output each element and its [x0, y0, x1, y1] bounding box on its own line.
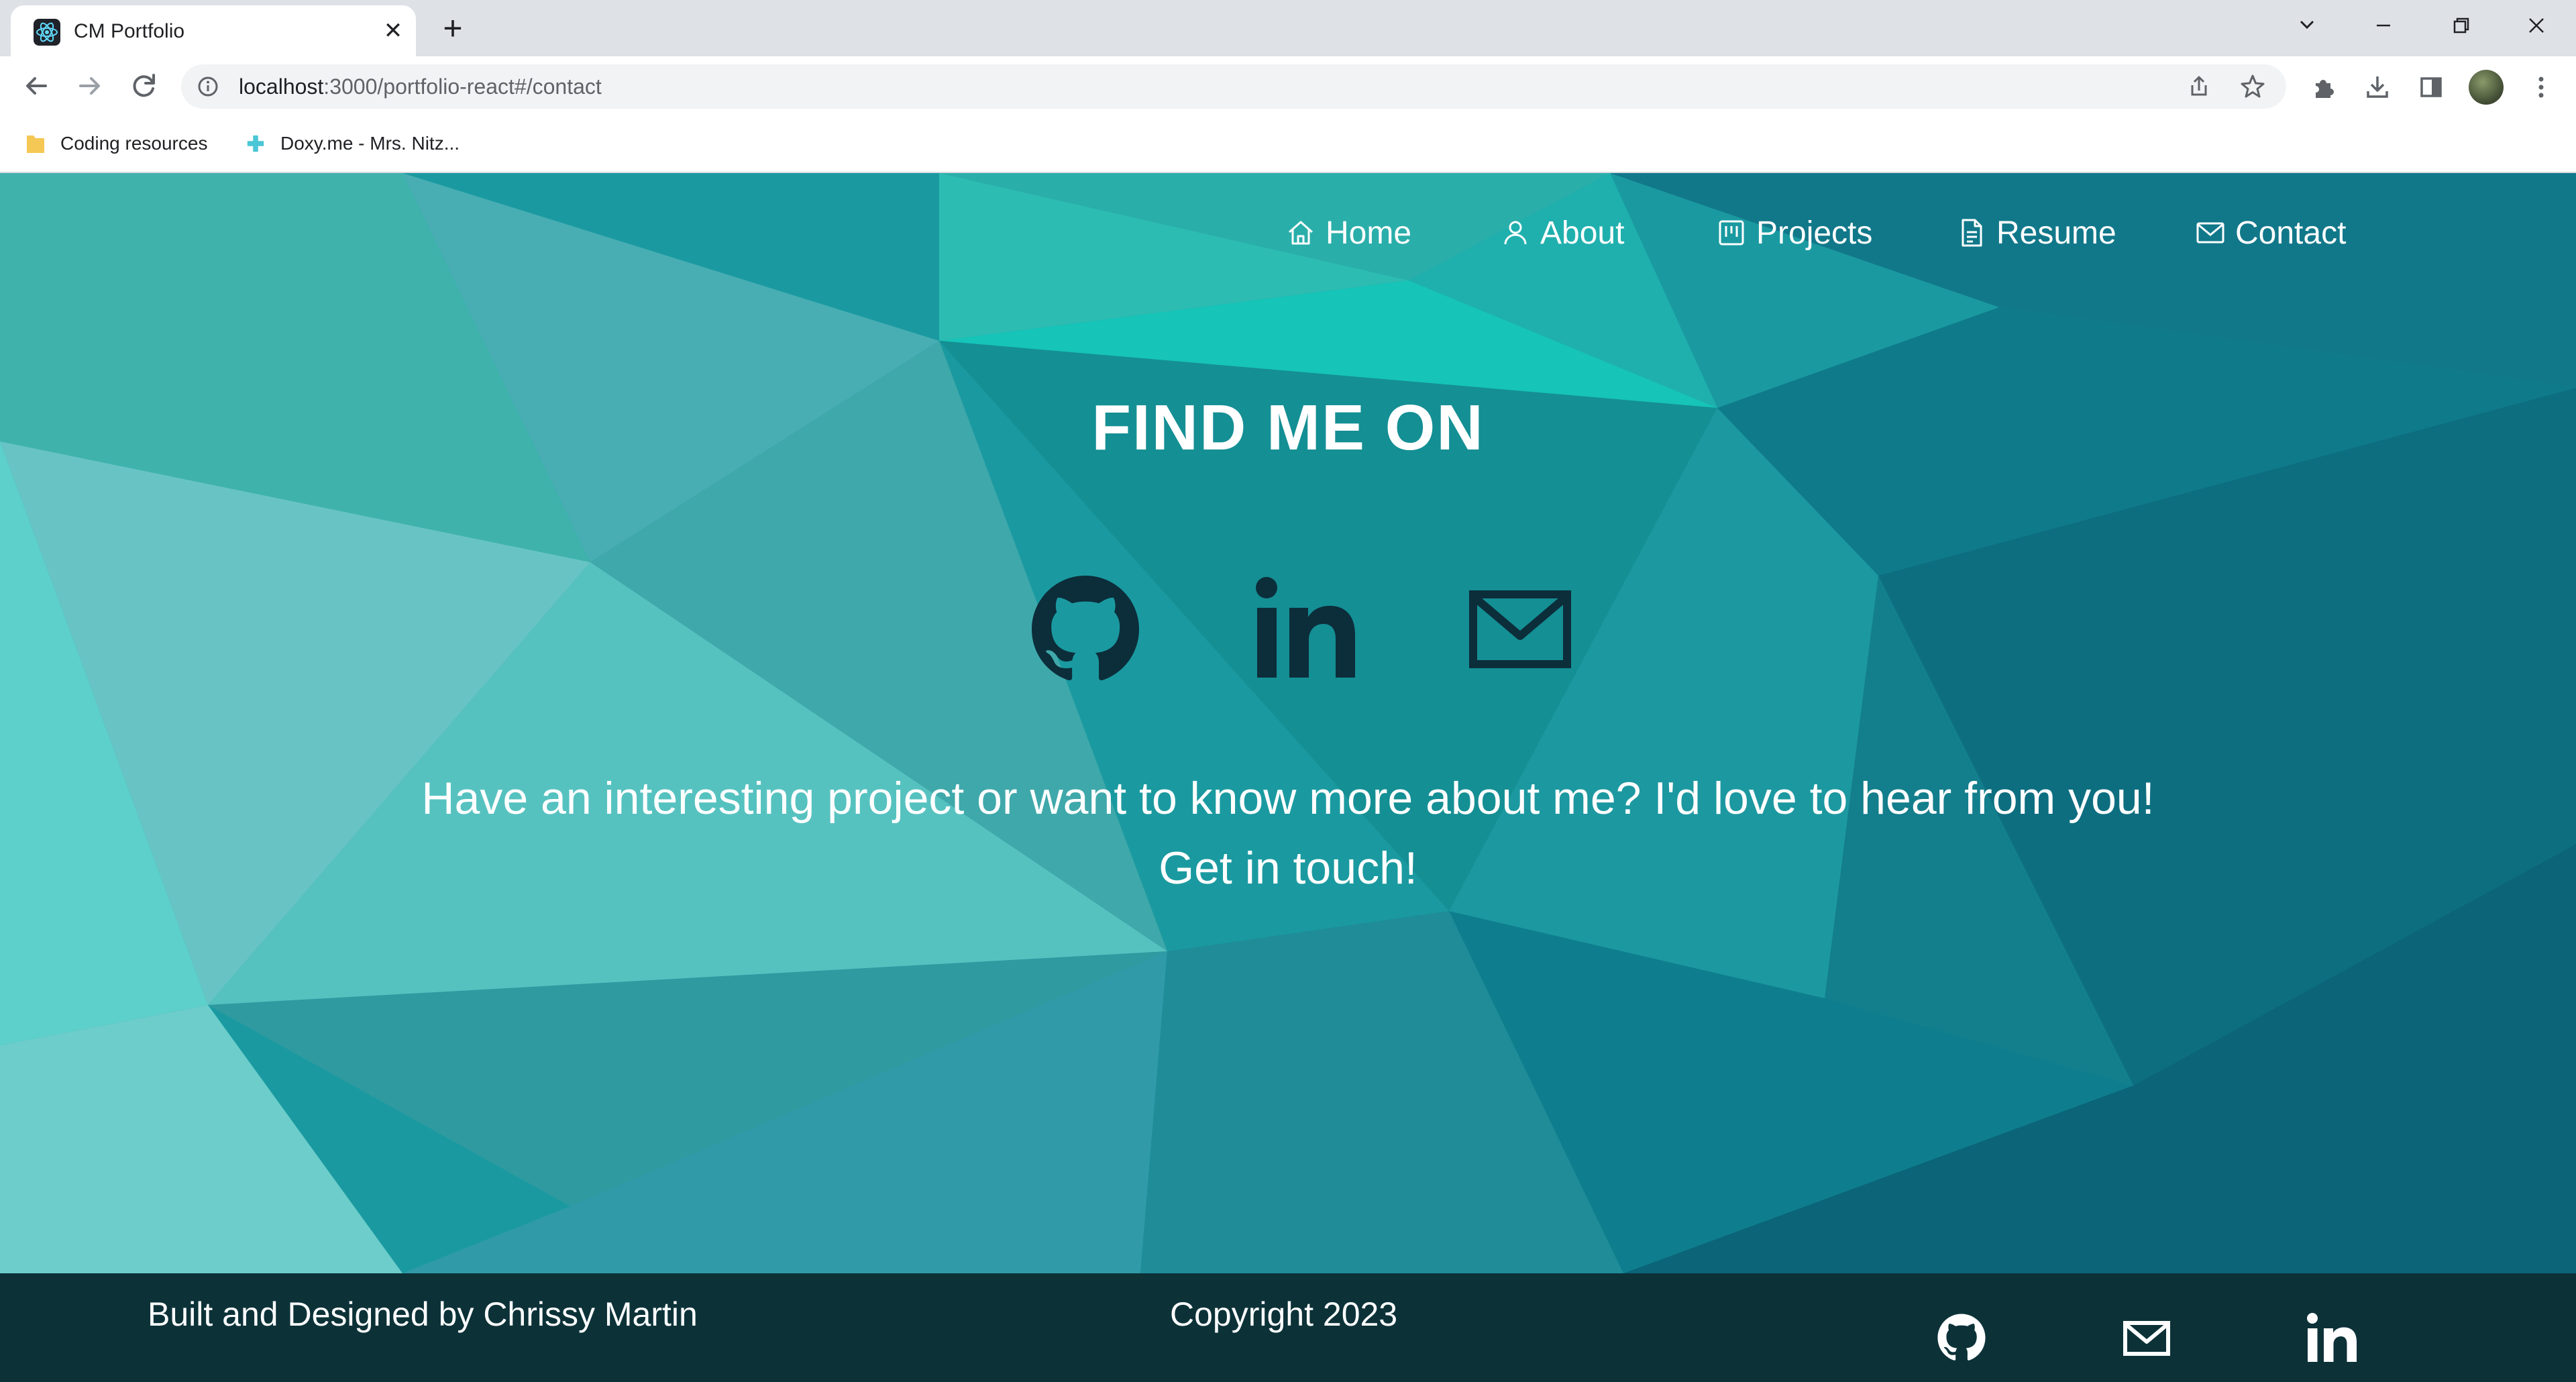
- nav-label: Contact: [2235, 215, 2347, 251]
- tab-title: CM Portfolio: [74, 20, 185, 42]
- mail-icon: [2196, 222, 2224, 244]
- nav-label: Resume: [1996, 215, 2116, 251]
- nav-resume[interactable]: Resume: [1956, 209, 2116, 256]
- contact-page: Home About Projects Resume Contact FIND …: [0, 173, 2576, 1273]
- react-favicon-icon: [34, 19, 60, 46]
- nav-label: Home: [1326, 215, 1412, 251]
- menu-kebab-icon[interactable]: [2522, 68, 2560, 106]
- footer-credit: Built and Designed by Chrissy Martin: [148, 1295, 698, 1333]
- minimize-icon[interactable]: [2360, 7, 2407, 44]
- mail-icon: [2123, 1321, 2170, 1356]
- folder-icon: [27, 136, 44, 153]
- github-icon: [1937, 1314, 1986, 1361]
- bookmarks-bar: Coding resources Doxy.me - Mrs. Nitz...: [0, 117, 2576, 173]
- footer-copyright: Copyright 2023: [1170, 1295, 1398, 1333]
- nav-home[interactable]: Home: [1285, 209, 1411, 256]
- profile-avatar[interactable]: [2469, 70, 2504, 105]
- forward-icon[interactable]: [70, 66, 110, 106]
- doxy-icon: [247, 135, 264, 152]
- nav-contact[interactable]: Contact: [2195, 209, 2346, 256]
- side-panel-icon[interactable]: [2412, 68, 2450, 106]
- address-bar[interactable]: localhost:3000/portfolio-react#/contact: [181, 64, 2286, 109]
- footer-mail-link[interactable]: [2120, 1311, 2174, 1365]
- browser-tab[interactable]: CM Portfolio ✕: [11, 5, 416, 56]
- home-icon: [1289, 221, 1313, 245]
- extensions-icon[interactable]: [2305, 68, 2343, 106]
- site-info-icon[interactable]: [197, 76, 219, 97]
- footer: Built and Designed by Chrissy Martin Cop…: [0, 1273, 2576, 1382]
- linkedin-icon: [2307, 1313, 2357, 1362]
- nav-label: About: [1540, 215, 1625, 251]
- bookmark-label: Doxy.me - Mrs. Nitz...: [280, 133, 460, 154]
- page-title: FIND ME ON: [1091, 392, 1485, 464]
- new-tab-button[interactable]: +: [433, 9, 472, 48]
- reload-icon[interactable]: [123, 66, 164, 106]
- browser-tab-strip: CM Portfolio ✕ +: [0, 0, 2576, 56]
- bookmark-label: Coding resources: [60, 133, 208, 154]
- browser-toolbar: localhost:3000/portfolio-react#/contact: [0, 56, 2576, 117]
- nav-about[interactable]: About: [1500, 209, 1624, 256]
- github-link[interactable]: [1032, 576, 1139, 683]
- nav-label: Projects: [1756, 215, 1873, 251]
- github-icon: [1032, 576, 1139, 681]
- restore-icon[interactable]: [2436, 7, 2483, 44]
- bookmark-coding-resources[interactable]: Coding resources: [25, 129, 207, 158]
- url-path: :3000/portfolio-react#/contact: [323, 74, 602, 99]
- low-poly-background: [0, 173, 2576, 1273]
- message-line-2: Get in touch!: [1159, 843, 1417, 894]
- tab-search-icon[interactable]: [2284, 7, 2330, 44]
- email-link[interactable]: [1466, 576, 1574, 683]
- document-icon: [1962, 219, 1982, 247]
- url-host: localhost: [239, 74, 324, 99]
- linkedin-link[interactable]: [1249, 576, 1356, 683]
- bookmark-star-icon[interactable]: [2234, 68, 2271, 105]
- url-text[interactable]: localhost:3000/portfolio-react#/contact: [239, 74, 602, 99]
- close-window-icon[interactable]: [2513, 7, 2560, 44]
- email-icon: [1469, 590, 1571, 668]
- share-icon[interactable]: [2180, 68, 2218, 105]
- nav-projects[interactable]: Projects: [1716, 209, 1872, 256]
- linkedin-icon: [1256, 577, 1355, 678]
- tab-close-icon[interactable]: ✕: [377, 15, 409, 47]
- message-line-1: Have an interesting project or want to k…: [421, 773, 2155, 824]
- footer-linkedin-link[interactable]: [2304, 1311, 2357, 1365]
- download-icon[interactable]: [2359, 68, 2396, 106]
- back-icon[interactable]: [16, 66, 56, 106]
- bookmark-doxy[interactable]: Doxy.me - Mrs. Nitz...: [246, 129, 460, 158]
- footer-github-link[interactable]: [1935, 1311, 1988, 1365]
- contact-message: Have an interesting project or want to k…: [0, 763, 2576, 903]
- projects-icon: [1719, 220, 1744, 246]
- user-icon: [1504, 221, 1527, 245]
